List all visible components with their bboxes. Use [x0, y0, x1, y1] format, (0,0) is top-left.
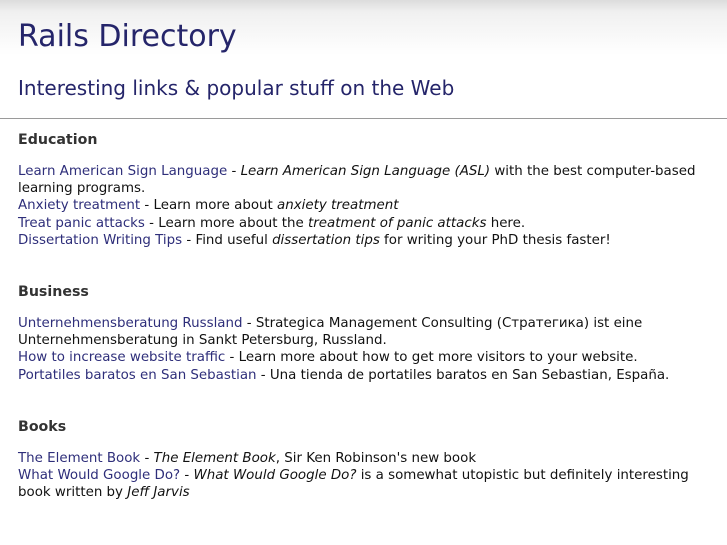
- entry-description: - Learn more about how to get more visit…: [225, 350, 638, 366]
- section-books: Books The Element Book - The Element Boo…: [18, 418, 709, 502]
- entry-link[interactable]: What Would Google Do?: [18, 468, 180, 483]
- entry-description: - Learn more about the: [144, 215, 309, 231]
- directory-entry: The Element Book - The Element Book, Sir…: [18, 450, 709, 467]
- entry-link[interactable]: Treat panic attacks: [18, 216, 145, 231]
- entry-description: -: [227, 164, 241, 179]
- entry-description: - Learn more about: [140, 198, 278, 214]
- directory-entry: Treat panic attacks - Learn more about t…: [18, 215, 709, 232]
- entry-emphasis: anxiety treatment: [277, 198, 399, 214]
- entry-link[interactable]: Unternehmensberatung Russland: [18, 316, 243, 331]
- entry-description: for writing your PhD thesis faster!: [379, 232, 611, 248]
- entry-emphasis: Jeff Jarvis: [127, 485, 190, 501]
- directory-entry: Unternehmensberatung Russland - Strategi…: [18, 315, 709, 349]
- directory-entry: What Would Google Do? - What Would Googl…: [18, 467, 709, 501]
- section-education: Education Learn American Sign Language -…: [18, 131, 709, 249]
- entry-description: -: [140, 450, 154, 466]
- directory-entry: Dissertation Writing Tips - Find useful …: [18, 232, 709, 249]
- entry-link[interactable]: Portatiles baratos en San Sebastian: [18, 368, 257, 383]
- directory-entry: Learn American Sign Language - Learn Ame…: [18, 163, 709, 197]
- entry-emphasis: dissertation tips: [272, 232, 380, 248]
- entry-emphasis: Learn American Sign Language (ASL): [240, 164, 491, 179]
- section-business: Business Unternehmensberatung Russland -…: [18, 283, 709, 384]
- entry-emphasis: The Element Book: [153, 450, 276, 466]
- site-tagline: Interesting links & popular stuff on the…: [18, 76, 455, 100]
- entry-link[interactable]: How to increase website traffic: [18, 350, 225, 365]
- entry-description: , Sir Ken Robinson's new book: [275, 450, 477, 466]
- section-heading: Books: [18, 418, 67, 435]
- directory-entry: Anxiety treatment - Learn more about anx…: [18, 197, 709, 214]
- directory-content: Education Learn American Sign Language -…: [0, 119, 727, 501]
- directory-entry: How to increase website traffic - Learn …: [18, 349, 709, 366]
- entry-emphasis: What Would Google Do?: [193, 468, 357, 484]
- entry-list: The Element Book - The Element Book, Sir…: [18, 450, 709, 502]
- site-title: Rails Directory: [18, 19, 237, 54]
- entry-list: Learn American Sign Language - Learn Ame…: [18, 163, 709, 249]
- site-header: Rails Directory Interesting links & popu…: [0, 0, 727, 119]
- entry-link[interactable]: Learn American Sign Language: [18, 164, 227, 179]
- entry-link[interactable]: Anxiety treatment: [18, 198, 140, 213]
- directory-entry: Portatiles baratos en San Sebastian - Un…: [18, 367, 709, 384]
- entry-description: -: [180, 468, 194, 484]
- entry-description: here.: [486, 215, 526, 231]
- entry-emphasis: treatment of panic attacks: [308, 215, 487, 231]
- entry-link[interactable]: The Element Book: [18, 451, 140, 466]
- section-heading: Business: [18, 284, 89, 301]
- entry-description: - Find useful: [182, 232, 273, 248]
- section-heading: Education: [18, 132, 98, 148]
- entry-list: Unternehmensberatung Russland - Strategi…: [18, 315, 709, 384]
- entry-link[interactable]: Dissertation Writing Tips: [18, 233, 182, 248]
- entry-description: - Una tienda de portatiles baratos en Sa…: [256, 367, 670, 383]
